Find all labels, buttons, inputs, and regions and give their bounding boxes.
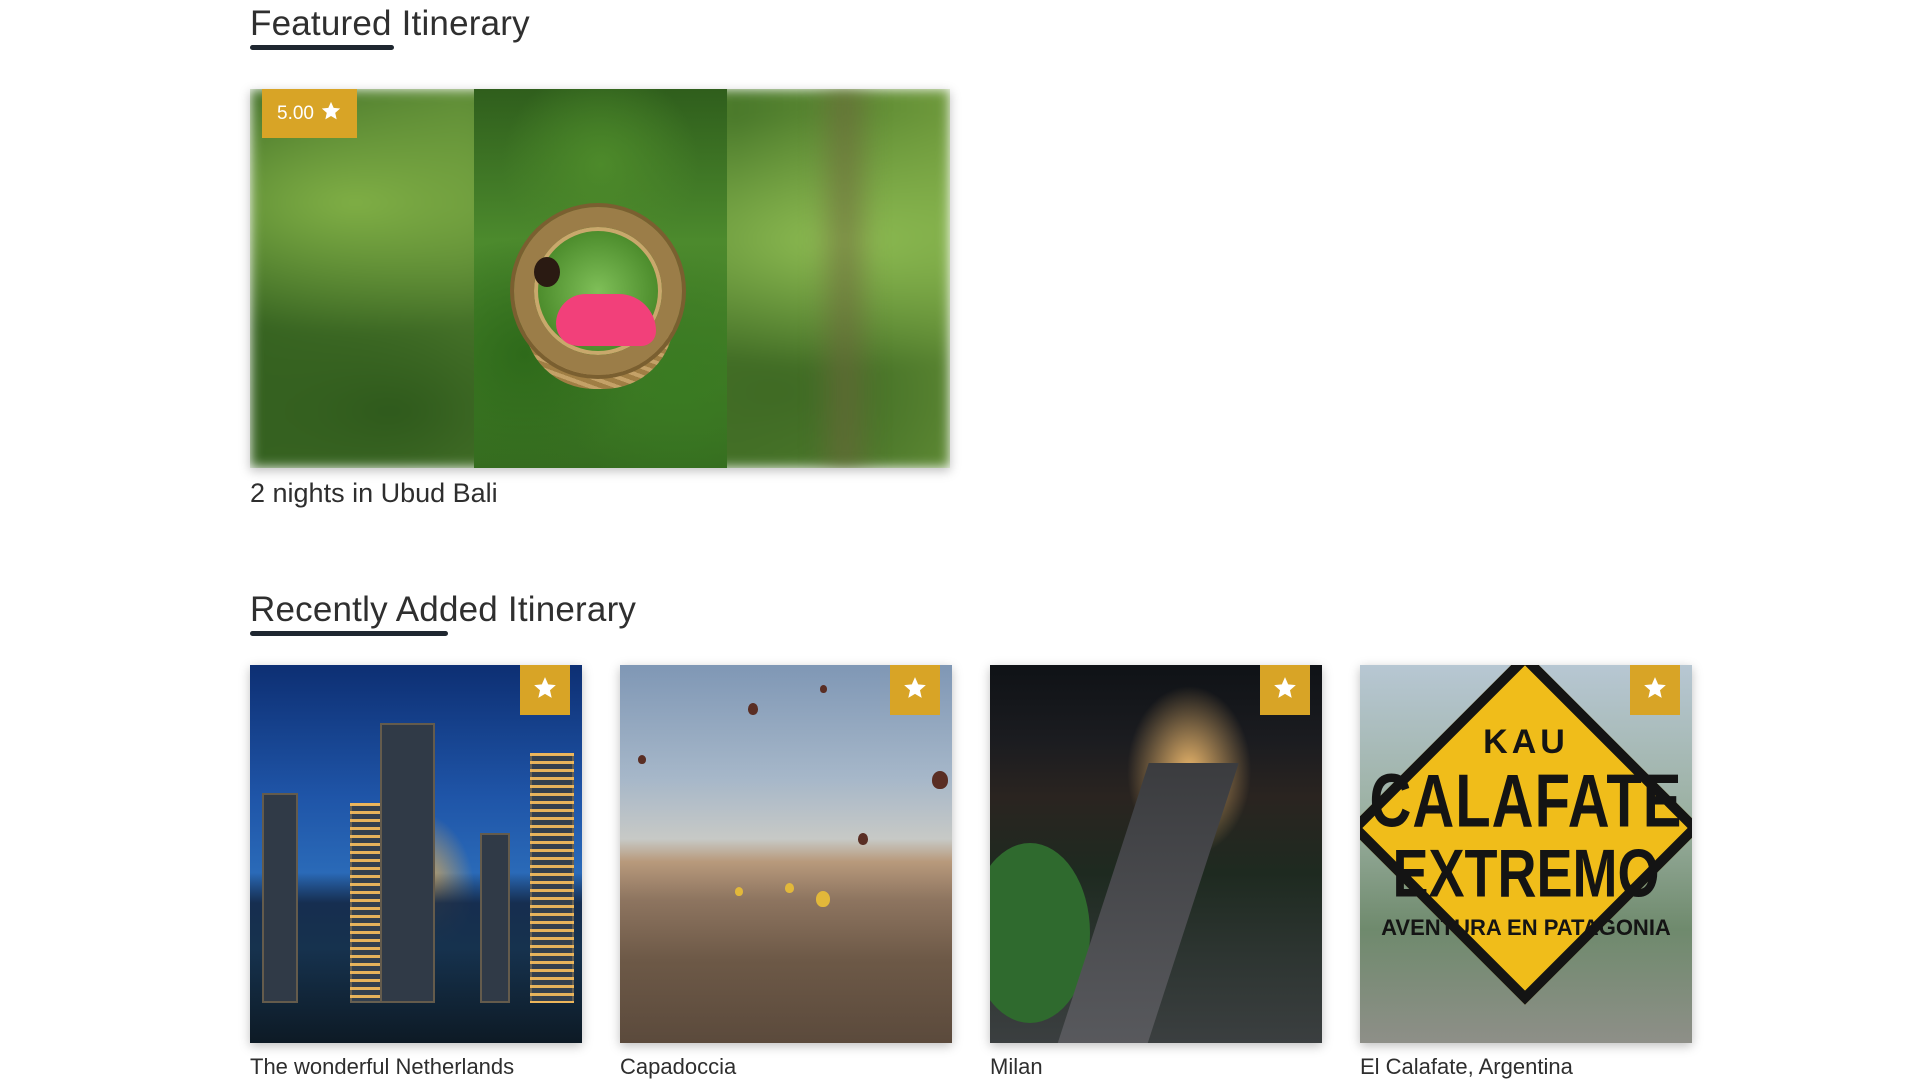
featured-itinerary-card[interactable]: 5.00 [250,89,950,468]
photo-balloon [748,703,758,715]
itinerary-card-el-calafate[interactable]: KAU CALAFATE EXTREMO AVENTURA EN PATAGON… [1360,665,1692,1043]
sign-line: KAU [1483,723,1569,761]
photo-balloon [816,891,830,907]
photo-building [530,753,574,1003]
star-icon [1272,675,1298,706]
milan-night-photo [990,665,1322,1043]
favorite-star-badge[interactable] [1630,665,1680,715]
featured-card-title-link[interactable]: 2 nights in Ubud Bali [250,478,498,509]
photo-balloon [785,883,794,893]
photo-sign-lettering: KAU CALAFATE EXTREMO AVENTURA EN PATAGON… [1360,725,1692,939]
star-icon [902,675,928,706]
itinerary-card-milan[interactable] [990,665,1322,1043]
person-head [534,257,560,287]
featured-title-text: Featured Itinerary [250,4,530,43]
photo-balloon [820,685,827,693]
photo-building [380,723,435,1003]
itinerary-card-title-link[interactable]: Capadoccia [620,1054,736,1080]
photo-building [262,793,298,1003]
featured-photo-trunk [810,89,880,468]
sign-line: CALAFATE [1369,759,1683,844]
photo-balloon [932,771,948,789]
photo-balloon [638,755,646,764]
title-underline [250,631,448,636]
featured-section-title: Featured Itinerary [250,4,530,50]
photo-building [480,833,510,1003]
itinerary-card-cappadocia[interactable] [620,665,952,1043]
itinerary-card-title-link[interactable]: Milan [990,1054,1043,1080]
favorite-star-badge[interactable] [1260,665,1310,715]
featured-photo [474,89,727,468]
itinerary-card-netherlands[interactable] [250,665,582,1043]
netherlands-city-photo [250,665,582,1043]
star-icon [532,675,558,706]
favorite-star-badge[interactable] [890,665,940,715]
title-underline [250,45,394,50]
nest-swing [514,207,682,375]
sign-line: EXTREMO [1392,836,1660,912]
itinerary-card-title-link[interactable]: El Calafate, Argentina [1360,1054,1573,1080]
person-in-pink-dress [556,294,656,346]
favorite-star-badge[interactable] [520,665,570,715]
itinerary-card-title-link[interactable]: The wonderful Netherlands [250,1054,514,1080]
rating-badge: 5.00 [262,89,357,138]
rating-value: 5.00 [277,102,314,124]
recent-title-text: Recently Added Itinerary [250,590,637,629]
sign-line: AVENTURA EN PATAGONIA [1381,915,1671,940]
photo-balloon [735,887,743,896]
recent-section-title: Recently Added Itinerary [250,590,637,636]
star-icon [320,100,342,128]
calafate-sign-photo: KAU CALAFATE EXTREMO AVENTURA EN PATAGON… [1360,665,1692,1043]
star-icon [1642,675,1668,706]
photo-balloon [858,833,868,845]
cappadocia-balloons-photo [620,665,952,1043]
